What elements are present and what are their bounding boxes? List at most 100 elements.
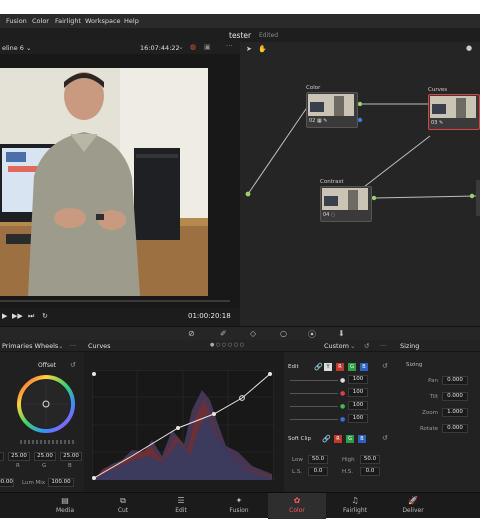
menu-workspace[interactable]: Workspace xyxy=(85,17,121,25)
node-number: 03 xyxy=(431,120,438,126)
page-deliver[interactable]: 🚀 Deliver xyxy=(384,493,442,519)
page-navigation: ▤ Media ⧉ Cut ☰ Edit ✦ Fusion ✿ Color ♫ Fairli… xyxy=(0,492,480,519)
reset-icon[interactable]: ↺ xyxy=(364,342,369,350)
palette-toolbar: ⊘ ✐ ◇ ○ ⦿ ⬇ xyxy=(0,326,480,340)
node-status-icons: ✎ xyxy=(438,120,444,126)
wheels-menu-icon[interactable]: ··· xyxy=(70,342,76,350)
reset-icon[interactable]: ↺ xyxy=(70,361,76,369)
viewer-mode-icon[interactable]: ▣ xyxy=(204,43,211,51)
next-frame-icon[interactable]: ⏭ xyxy=(28,312,34,321)
node-editor[interactable]: ➤ ✋ ● Color 02 ▦ ✎ Curves 03 ✎ Contrast … xyxy=(240,42,480,326)
page-label: Cut xyxy=(117,507,129,514)
menu-color[interactable]: Color xyxy=(32,17,49,25)
menu-fusion[interactable]: Fusion xyxy=(6,17,27,25)
page-edit[interactable]: ☰ Edit xyxy=(152,493,210,519)
lum-mix-value[interactable]: 100.00 xyxy=(48,478,74,487)
b-intensity-slider[interactable] xyxy=(290,419,338,420)
chevron-down-icon[interactable]: ⌄ xyxy=(350,342,355,350)
node-number: 04 xyxy=(323,212,330,218)
more-options-icon[interactable]: ··· xyxy=(226,42,233,50)
page-fairlight[interactable]: ♫ Fairlight xyxy=(326,493,384,519)
menu-fairlight[interactable]: Fairlight xyxy=(55,17,81,25)
lift-value[interactable]: 00.00 xyxy=(0,478,14,487)
scrubber-bar[interactable] xyxy=(0,300,230,302)
pan-label: Pan xyxy=(428,378,438,384)
master-wheel-slider[interactable] xyxy=(20,440,76,444)
window-icon[interactable]: ◇ xyxy=(250,329,256,338)
y-intensity-slider[interactable] xyxy=(290,380,338,381)
link-icon[interactable]: 🔗 xyxy=(322,435,331,443)
chevron-down-icon[interactable]: ⌄ xyxy=(58,342,63,350)
reset-icon[interactable]: ↺ xyxy=(382,434,388,442)
hs-value[interactable]: 0.0 xyxy=(360,467,380,476)
y-value-cut[interactable] xyxy=(0,452,4,461)
node-curves[interactable]: Curves 03 ✎ xyxy=(428,87,480,130)
chevron-down-icon[interactable]: ⌄ xyxy=(178,43,184,51)
primaries-wheels-panel: Offset ↺ 25.00 25.00 25.00 R G B 00.00 L… xyxy=(0,352,84,492)
custom-curve-graph[interactable] xyxy=(92,370,274,480)
node-contrast[interactable]: Contrast 04 ◌ xyxy=(320,179,380,222)
rotate-value[interactable]: 0.000 xyxy=(442,424,468,433)
page-media[interactable]: ▤ Media xyxy=(36,493,94,519)
page-cut[interactable]: ⧉ Cut xyxy=(94,493,152,519)
r-intensity-slider[interactable] xyxy=(290,393,338,394)
high-value[interactable]: 50.0 xyxy=(360,455,380,464)
r-value[interactable]: 25.00 xyxy=(8,452,30,461)
page-label: Fairlight xyxy=(342,507,367,514)
b-intensity-value[interactable]: 100 xyxy=(348,414,368,423)
node-id: 03 ✎ xyxy=(431,120,443,126)
curves-mode[interactable]: Custom xyxy=(324,342,349,350)
curve-pages-dots[interactable]: ● ○ ○ ○ ○ ○ xyxy=(210,342,244,348)
play-icon[interactable]: ▶ xyxy=(2,312,7,320)
page-fusion[interactable]: ✦ Fusion xyxy=(210,493,268,519)
page-label: Color xyxy=(289,507,305,514)
page-color[interactable]: ✿ Color xyxy=(268,493,326,519)
tracker-icon[interactable]: ○ xyxy=(280,329,287,338)
rotate-label: Rotate xyxy=(419,426,438,432)
node-status-icons: ▦ ✎ xyxy=(316,118,328,124)
curves-menu-icon[interactable]: ··· xyxy=(380,342,386,350)
g-label: G xyxy=(42,463,47,469)
g-value[interactable]: 25.00 xyxy=(34,452,56,461)
channel-b-toggle[interactable]: B xyxy=(360,363,368,371)
node-color[interactable]: Color 02 ▦ ✎ xyxy=(306,85,366,128)
timeline-selector[interactable]: eline 6 ⌄ xyxy=(2,44,31,52)
r-intensity-value[interactable]: 100 xyxy=(348,388,368,397)
node-thumbnail xyxy=(322,188,368,210)
g-intensity-slider[interactable] xyxy=(290,406,338,407)
wheels-title[interactable]: Primaries Wheels xyxy=(2,342,58,350)
tilt-value[interactable]: 0.000 xyxy=(442,392,468,401)
loop-icon[interactable]: ▶▶ xyxy=(12,312,23,320)
menu-help[interactable]: Help xyxy=(124,17,139,25)
blur-icon[interactable]: ⦿ xyxy=(308,329,316,340)
tilt-label: Tilt xyxy=(429,394,438,400)
source-timecode: 16:07:44:22 xyxy=(140,44,180,52)
softclip-g-toggle[interactable]: G xyxy=(346,435,354,443)
low-label: Low xyxy=(292,457,303,463)
softclip-b-toggle[interactable]: B xyxy=(358,435,366,443)
zoom-value[interactable]: 1.000 xyxy=(442,408,468,417)
offset-color-wheel[interactable] xyxy=(16,374,76,434)
node-title: Color xyxy=(306,85,321,91)
link-icon[interactable]: 🔗 xyxy=(314,363,323,371)
channel-g-toggle[interactable]: G xyxy=(348,363,356,371)
node-title: Curves xyxy=(428,87,448,93)
softclip-r-toggle[interactable]: R xyxy=(334,435,342,443)
hs-label: H.S. xyxy=(342,469,354,475)
ls-value[interactable]: 0.0 xyxy=(308,467,328,476)
qualifier-icon[interactable]: ✐ xyxy=(220,329,227,338)
y-intensity-value[interactable]: 100 xyxy=(348,375,368,384)
node-output-edge xyxy=(476,180,480,216)
key-icon[interactable]: ⬇ xyxy=(338,329,345,338)
pan-value[interactable]: 0.000 xyxy=(442,376,468,385)
b-value[interactable]: 25.00 xyxy=(60,452,82,461)
channel-y-toggle[interactable]: Y xyxy=(324,363,332,371)
channel-r-toggle[interactable]: R xyxy=(336,363,344,371)
high-label: High xyxy=(342,457,355,463)
low-value[interactable]: 50.0 xyxy=(308,455,328,464)
bypass-icon[interactable]: ◍ xyxy=(190,43,196,51)
g-intensity-value[interactable]: 100 xyxy=(348,401,368,410)
reset-icon[interactable]: ↺ xyxy=(382,362,388,370)
loop-playback-icon[interactable]: ↻ xyxy=(42,312,48,320)
curves-tool-icon[interactable]: ⊘ xyxy=(188,329,195,338)
